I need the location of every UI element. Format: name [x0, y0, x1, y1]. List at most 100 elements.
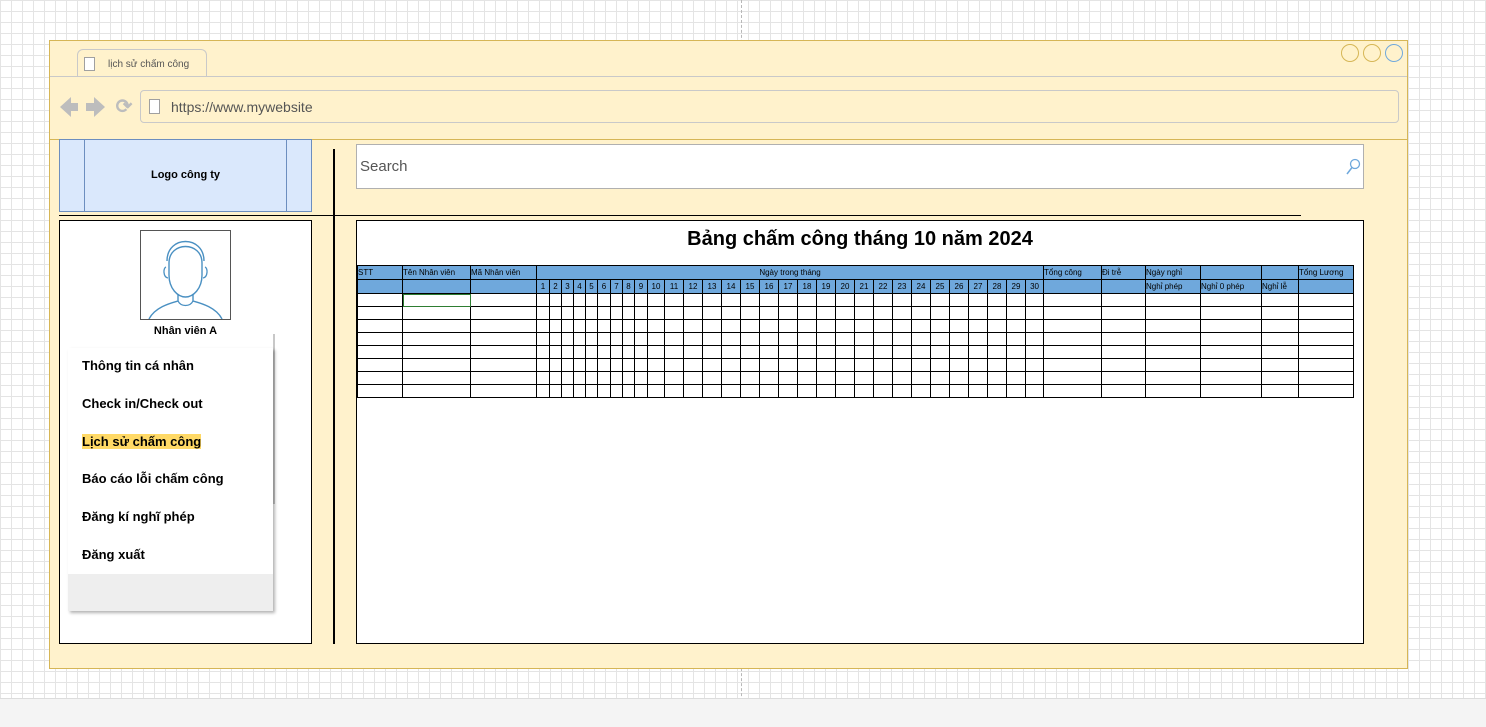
table-cell[interactable] — [949, 332, 969, 346]
table-cell[interactable] — [664, 293, 684, 307]
table-cell[interactable] — [1145, 306, 1202, 320]
table-cell[interactable] — [622, 319, 635, 333]
table-cell[interactable] — [561, 345, 574, 359]
table-cell[interactable] — [549, 293, 562, 307]
table-cell[interactable] — [797, 319, 817, 333]
table-cell[interactable] — [968, 319, 988, 333]
table-cell[interactable] — [1024, 332, 1045, 346]
table-cell[interactable] — [1200, 293, 1263, 307]
table-cell[interactable] — [1024, 319, 1045, 333]
table-cell[interactable] — [664, 358, 684, 372]
table-cell[interactable] — [892, 345, 912, 359]
table-cell[interactable] — [402, 306, 471, 320]
table-cell[interactable] — [1298, 319, 1355, 333]
table-cell[interactable] — [585, 371, 598, 385]
table-cell[interactable] — [597, 319, 611, 333]
table-cell[interactable] — [949, 345, 969, 359]
table-cell[interactable] — [816, 319, 836, 333]
table-cell[interactable] — [647, 358, 665, 372]
table-cell[interactable] — [987, 332, 1007, 346]
table-cell[interactable] — [854, 319, 874, 333]
table-cell[interactable] — [892, 358, 912, 372]
table-cell[interactable] — [573, 306, 586, 320]
table-cell[interactable] — [702, 293, 722, 307]
table-cell[interactable] — [816, 332, 836, 346]
table-cell[interactable] — [702, 345, 722, 359]
table-cell[interactable] — [634, 319, 648, 333]
table-cell[interactable] — [664, 371, 684, 385]
table-cell[interactable] — [610, 358, 623, 372]
table-cell[interactable] — [911, 358, 931, 372]
table-cell[interactable] — [1145, 371, 1202, 385]
table-cell[interactable] — [835, 332, 855, 346]
table-cell[interactable] — [683, 319, 703, 333]
table-cell[interactable] — [702, 319, 722, 333]
table-cell[interactable] — [647, 332, 665, 346]
table-cell[interactable] — [470, 319, 537, 333]
table-cell[interactable] — [647, 293, 665, 307]
close-button[interactable] — [1385, 44, 1403, 62]
table-cell[interactable] — [1006, 332, 1026, 346]
table-cell[interactable] — [1261, 293, 1300, 307]
menu-item-check-in-out[interactable]: Check in/Check out — [82, 396, 203, 411]
table-cell[interactable] — [585, 332, 598, 346]
table-cell[interactable] — [561, 306, 574, 320]
table-cell[interactable] — [1261, 319, 1300, 333]
table-cell[interactable] — [816, 306, 836, 320]
table-cell[interactable] — [357, 358, 403, 372]
menu-item-report-error[interactable]: Báo cáo lỗi chấm công — [82, 471, 224, 486]
menu-item-attendance-history[interactable]: Lịch sử chấm công — [82, 434, 202, 449]
table-cell[interactable] — [1200, 384, 1263, 398]
table-cell[interactable] — [683, 371, 703, 385]
table-cell[interactable] — [873, 384, 893, 398]
table-cell[interactable] — [573, 384, 586, 398]
table-cell[interactable] — [1145, 358, 1202, 372]
search-icon[interactable] — [1345, 158, 1361, 176]
table-cell[interactable] — [949, 306, 969, 320]
table-cell[interactable] — [634, 345, 648, 359]
table-cell[interactable] — [778, 345, 798, 359]
table-cell[interactable] — [1024, 293, 1045, 307]
table-cell[interactable] — [721, 358, 741, 372]
table-cell[interactable] — [610, 293, 623, 307]
table-cell[interactable] — [1101, 384, 1147, 398]
table-cell[interactable] — [930, 319, 950, 333]
table-cell[interactable] — [702, 384, 722, 398]
table-cell[interactable] — [1006, 358, 1026, 372]
table-cell[interactable] — [585, 358, 598, 372]
table-cell[interactable] — [873, 332, 893, 346]
table-cell[interactable] — [1298, 345, 1355, 359]
table-cell[interactable] — [1261, 306, 1300, 320]
table-cell[interactable] — [797, 345, 817, 359]
table-cell[interactable] — [892, 293, 912, 307]
table-cell[interactable] — [1043, 293, 1103, 307]
table-cell[interactable] — [816, 293, 836, 307]
table-cell[interactable] — [536, 345, 550, 359]
table-cell[interactable] — [1145, 293, 1202, 307]
table-cell[interactable] — [740, 332, 760, 346]
table-cell[interactable] — [759, 371, 779, 385]
table-cell[interactable] — [1145, 384, 1202, 398]
table-cell[interactable] — [549, 358, 562, 372]
table-cell[interactable] — [1006, 384, 1026, 398]
table-cell[interactable] — [1024, 306, 1045, 320]
table-cell[interactable] — [1006, 319, 1026, 333]
table-cell[interactable] — [549, 345, 562, 359]
table-cell[interactable] — [647, 384, 665, 398]
table-cell[interactable] — [873, 358, 893, 372]
table-cell[interactable] — [721, 371, 741, 385]
table-cell[interactable] — [357, 332, 403, 346]
minimize-button[interactable] — [1341, 44, 1359, 62]
table-cell[interactable] — [892, 319, 912, 333]
table-cell[interactable] — [930, 345, 950, 359]
table-cell[interactable] — [549, 371, 562, 385]
table-cell[interactable] — [873, 345, 893, 359]
table-cell[interactable] — [778, 332, 798, 346]
table-cell[interactable] — [536, 332, 550, 346]
address-bar[interactable]: https://www.mywebsite — [140, 90, 1399, 123]
table-cell[interactable] — [634, 306, 648, 320]
table-cell[interactable] — [402, 358, 471, 372]
table-cell[interactable] — [854, 332, 874, 346]
table-cell[interactable] — [721, 293, 741, 307]
menu-scrollbar[interactable] — [273, 334, 275, 504]
